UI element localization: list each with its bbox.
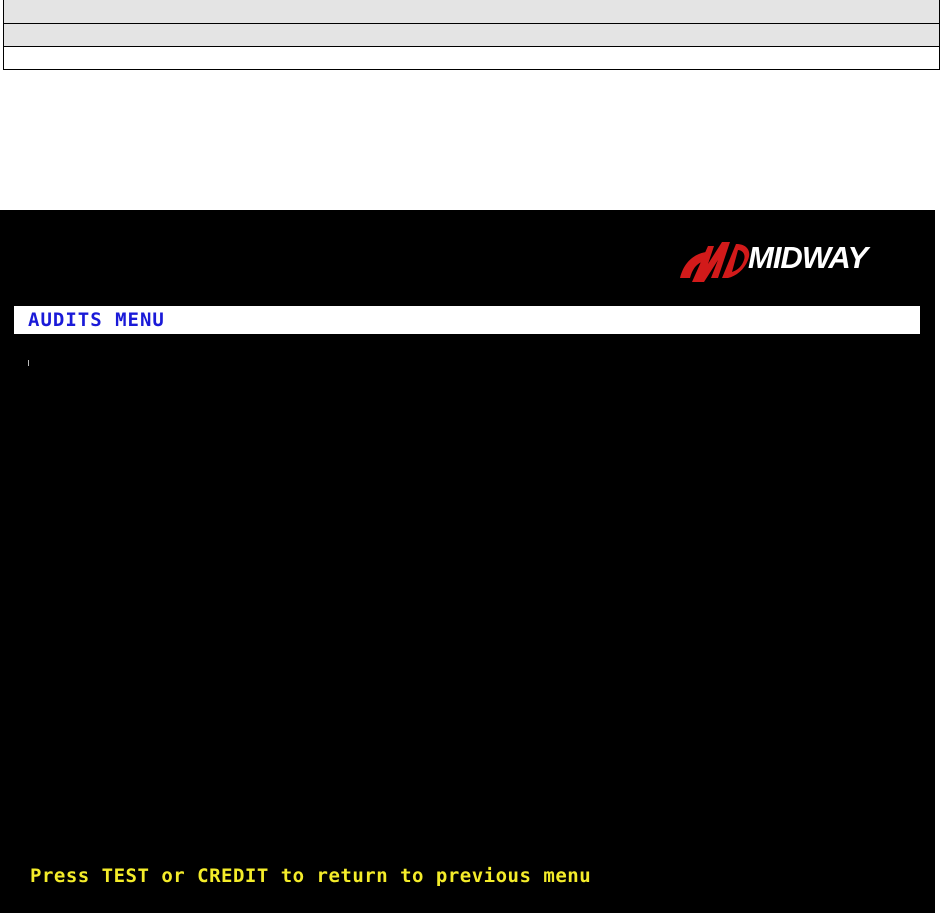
brand-name: MIDWAY [748,240,868,275]
menu-title-bar: AUDITS MENU [14,306,920,334]
table-cell [3,23,940,47]
game-screen: MIDWAY AUDITS MENU Press TEST or CREDIT … [0,210,935,913]
cursor-mark [28,360,29,366]
table-row [3,0,940,24]
table-cell [3,0,940,24]
footer-prompt: Press TEST or CREDIT to return to previo… [30,865,592,887]
midway-m-icon [680,242,750,282]
midway-logo: MIDWAY [678,232,903,292]
menu-title: AUDITS MENU [28,309,165,331]
table-cell [3,46,940,70]
document-table [3,0,940,70]
table-row [3,23,940,47]
table-row [3,46,940,70]
